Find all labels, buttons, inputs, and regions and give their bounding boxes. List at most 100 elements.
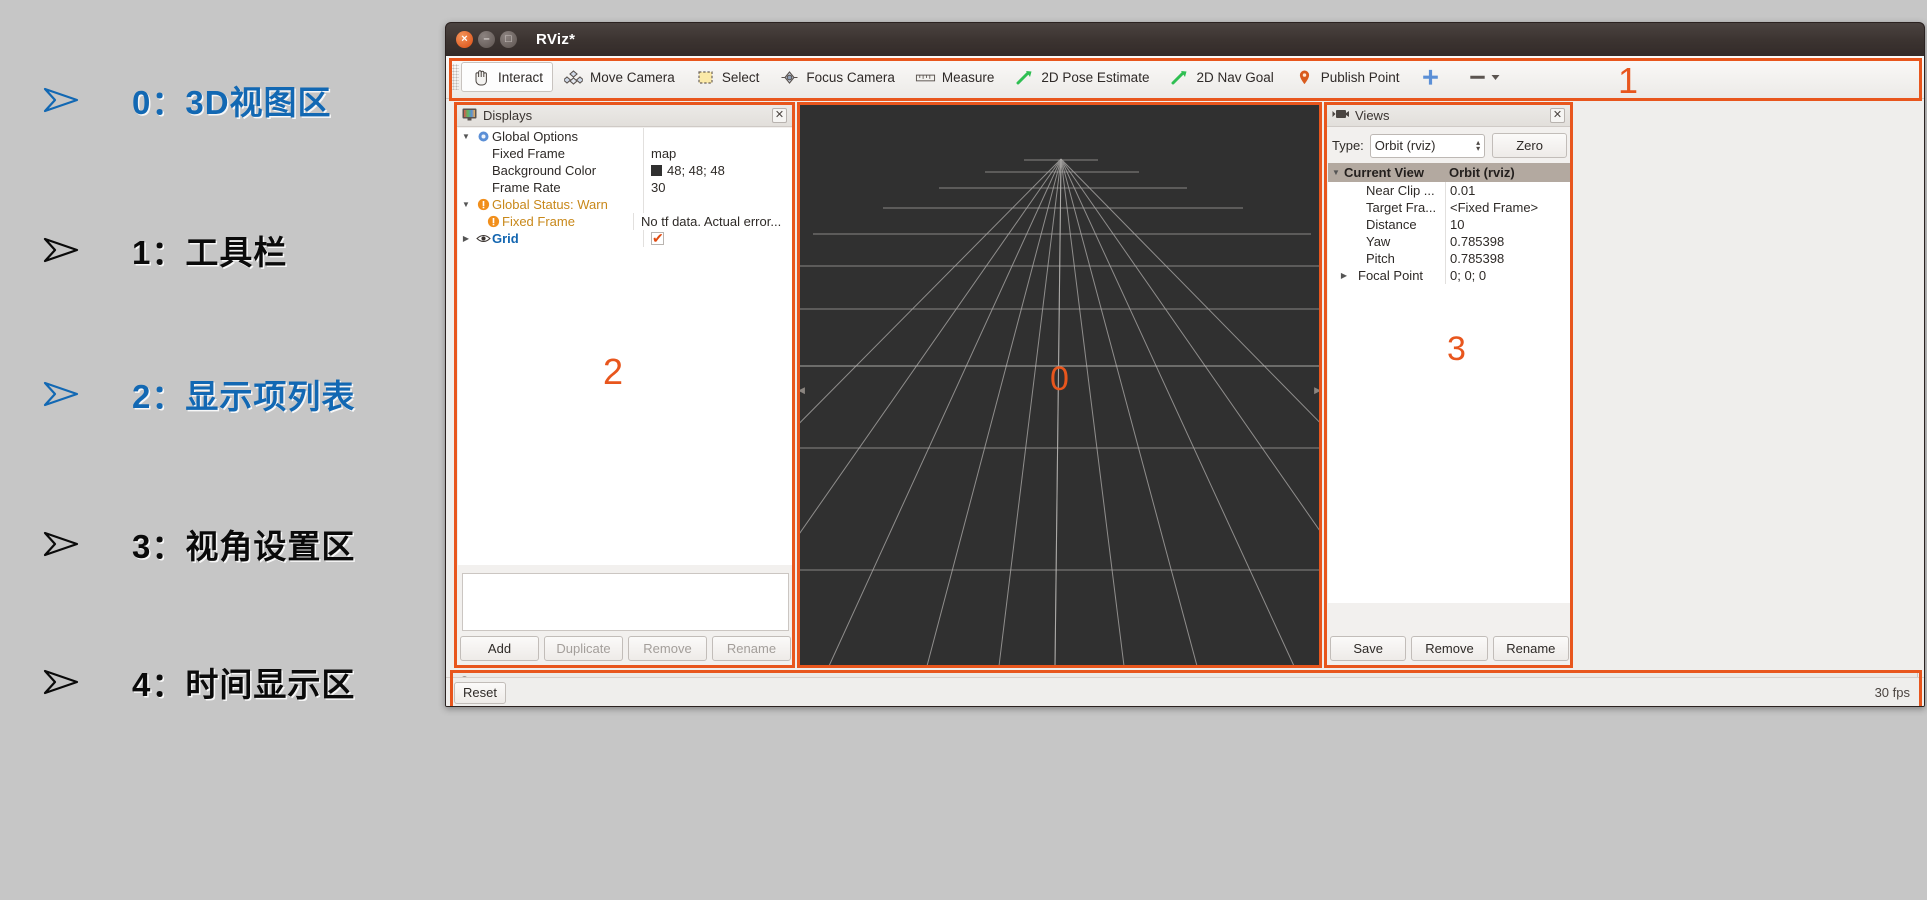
display-description-box	[462, 573, 789, 631]
tool-focus-camera-label: Focus Camera	[806, 69, 895, 85]
arrow-bullet-icon	[38, 524, 84, 564]
arrow-bullet-icon	[38, 662, 84, 702]
color-swatch	[651, 165, 662, 176]
views-tree-header: ▼ Current View Orbit (rviz)	[1328, 163, 1571, 182]
select-rect-icon	[695, 68, 716, 86]
reset-button[interactable]: Reset	[454, 681, 506, 704]
displays-monitor-icon	[462, 108, 477, 124]
warning-icon	[474, 198, 492, 211]
tool-interact[interactable]: Interact	[461, 62, 554, 92]
spinner-icon[interactable]: ▴ ▾	[1476, 138, 1480, 152]
chevron-down-icon[interactable]: ▼	[458, 200, 474, 209]
right-splitter-grip[interactable]: ▶	[1314, 385, 1320, 396]
table-row[interactable]: Fixed Frame No tf data. Actual error...	[458, 213, 793, 230]
row-value[interactable]: 30	[643, 179, 793, 196]
tool-select[interactable]: Select	[685, 62, 770, 92]
table-row[interactable]: Near Clip ... 0.01	[1328, 182, 1571, 199]
left-splitter-grip[interactable]: ◀	[799, 385, 805, 396]
tool-measure[interactable]: Measure	[905, 62, 1005, 92]
table-row[interactable]: ▼ Global Status: Warn	[458, 196, 793, 213]
table-row[interactable]: Distance 10	[1328, 216, 1571, 233]
annotation-number-0: 0	[1050, 360, 1069, 398]
close-icon[interactable]: ×	[456, 31, 473, 48]
row-value[interactable]: map	[643, 145, 793, 162]
close-icon[interactable]: ✕	[1550, 108, 1565, 123]
row-label: Yaw	[1366, 234, 1391, 249]
row-value[interactable]: 0; 0; 0	[1445, 267, 1486, 284]
chevron-right-icon[interactable]: ▶	[1336, 271, 1352, 280]
row-value[interactable]: No tf data. Actual error...	[633, 213, 793, 230]
row-value[interactable]: 0.785398	[1445, 233, 1504, 250]
row-label: Target Fra...	[1366, 200, 1437, 215]
table-row[interactable]: ▶ Grid	[458, 230, 793, 247]
arrow-bullet-icon	[38, 230, 84, 270]
arrow-bullet-icon	[38, 374, 84, 414]
table-row[interactable]: Target Fra... <Fixed Frame>	[1328, 199, 1571, 216]
rename-button[interactable]: Rename	[1492, 636, 1569, 661]
chevron-down-icon[interactable]: ▼	[458, 132, 474, 141]
maximize-icon[interactable]: □	[500, 31, 517, 48]
toolbar-grip[interactable]	[452, 64, 459, 90]
views-header-col1: Current View	[1344, 165, 1424, 180]
window-body: Interact Move Camera Select Focus Camera…	[446, 56, 1924, 706]
view-type-select[interactable]: Orbit (rviz) ▴ ▾	[1369, 133, 1486, 158]
views-panel-titlebar[interactable]: Views ✕	[1327, 105, 1570, 127]
minimize-icon[interactable]: –	[478, 31, 495, 48]
tool-move-camera[interactable]: Move Camera	[553, 62, 685, 92]
row-value[interactable]	[643, 128, 793, 145]
table-row[interactable]: Yaw 0.785398	[1328, 233, 1571, 250]
table-row[interactable]: ▶ Focal Point 0; 0; 0	[1328, 267, 1571, 284]
chevron-right-icon[interactable]: ▶	[458, 234, 474, 243]
fps-indicator: 30 fps	[1874, 685, 1910, 700]
close-icon[interactable]: ✕	[772, 108, 787, 123]
tool-publish-point-label: Publish Point	[1320, 69, 1400, 85]
row-value[interactable]: 0.785398	[1445, 250, 1504, 267]
tool-publish-point[interactable]: Publish Point	[1284, 62, 1410, 92]
eye-icon	[474, 233, 492, 244]
plus-icon	[1420, 68, 1441, 86]
row-value[interactable]: 0.01	[1445, 182, 1475, 199]
row-value[interactable]: 10	[1445, 216, 1464, 233]
legend-item-4-text: 4：时间显示区	[132, 666, 356, 703]
table-row[interactable]: Pitch 0.785398	[1328, 250, 1571, 267]
row-value[interactable]: 48; 48; 48	[643, 162, 793, 179]
row-label: Global Options	[492, 129, 578, 144]
views-tree[interactable]: ▼ Current View Orbit (rviz) Near Clip ...…	[1328, 163, 1571, 603]
tools-toolbar: Interact Move Camera Select Focus Camera…	[446, 56, 1924, 99]
slide-root: 0：3D视图区 1：工具栏 2：显示项列表 3：视角设置区 4：时间显示区 × …	[0, 0, 1927, 900]
table-row[interactable]: Fixed Frame map	[458, 145, 793, 162]
tool-select-label: Select	[721, 69, 760, 85]
tool-2d-nav-goal[interactable]: 2D Nav Goal	[1159, 62, 1283, 92]
views-header-col2: Orbit (rviz)	[1449, 165, 1515, 180]
annotation-number-3: 3	[1447, 330, 1466, 368]
remove-button[interactable]: Remove	[628, 636, 707, 661]
zero-button[interactable]: Zero	[1492, 133, 1567, 158]
rename-button[interactable]: Rename	[712, 636, 791, 661]
warning-icon	[484, 215, 502, 228]
row-value[interactable]	[643, 196, 793, 213]
move-camera-icon	[563, 68, 584, 86]
row-label: Frame Rate	[492, 180, 561, 195]
tool-2d-pose-estimate[interactable]: 2D Pose Estimate	[1004, 62, 1159, 92]
row-value[interactable]: <Fixed Frame>	[1445, 199, 1538, 216]
tool-focus-camera[interactable]: Focus Camera	[769, 62, 905, 92]
grid-enabled-checkbox[interactable]	[651, 230, 664, 247]
remove-button[interactable]: Remove	[1411, 636, 1488, 661]
table-row[interactable]: ▼ Global Options	[458, 128, 793, 145]
row-label: Fixed Frame	[492, 146, 565, 161]
3d-view-canvas[interactable]: 0 ◀ ▶	[799, 104, 1320, 666]
displays-tree[interactable]: ▼ Global Options Fixed Frame map Backgro…	[458, 128, 793, 565]
add-button[interactable]: Add	[460, 636, 539, 661]
row-value[interactable]	[643, 230, 793, 247]
row-label: Background Color	[492, 163, 597, 178]
table-row[interactable]: Frame Rate 30	[458, 179, 793, 196]
save-button[interactable]: Save	[1330, 636, 1407, 661]
arrow-bullet-icon	[38, 80, 84, 120]
view-type-label: Type:	[1332, 138, 1364, 153]
chevron-down-icon[interactable]: ▼	[1328, 168, 1344, 177]
table-row[interactable]: Background Color 48; 48; 48	[458, 162, 793, 179]
displays-panel-titlebar[interactable]: Displays ✕	[457, 105, 792, 127]
duplicate-button[interactable]: Duplicate	[544, 636, 623, 661]
remove-tool-button[interactable]	[1457, 62, 1517, 92]
add-tool-button[interactable]	[1410, 62, 1457, 92]
